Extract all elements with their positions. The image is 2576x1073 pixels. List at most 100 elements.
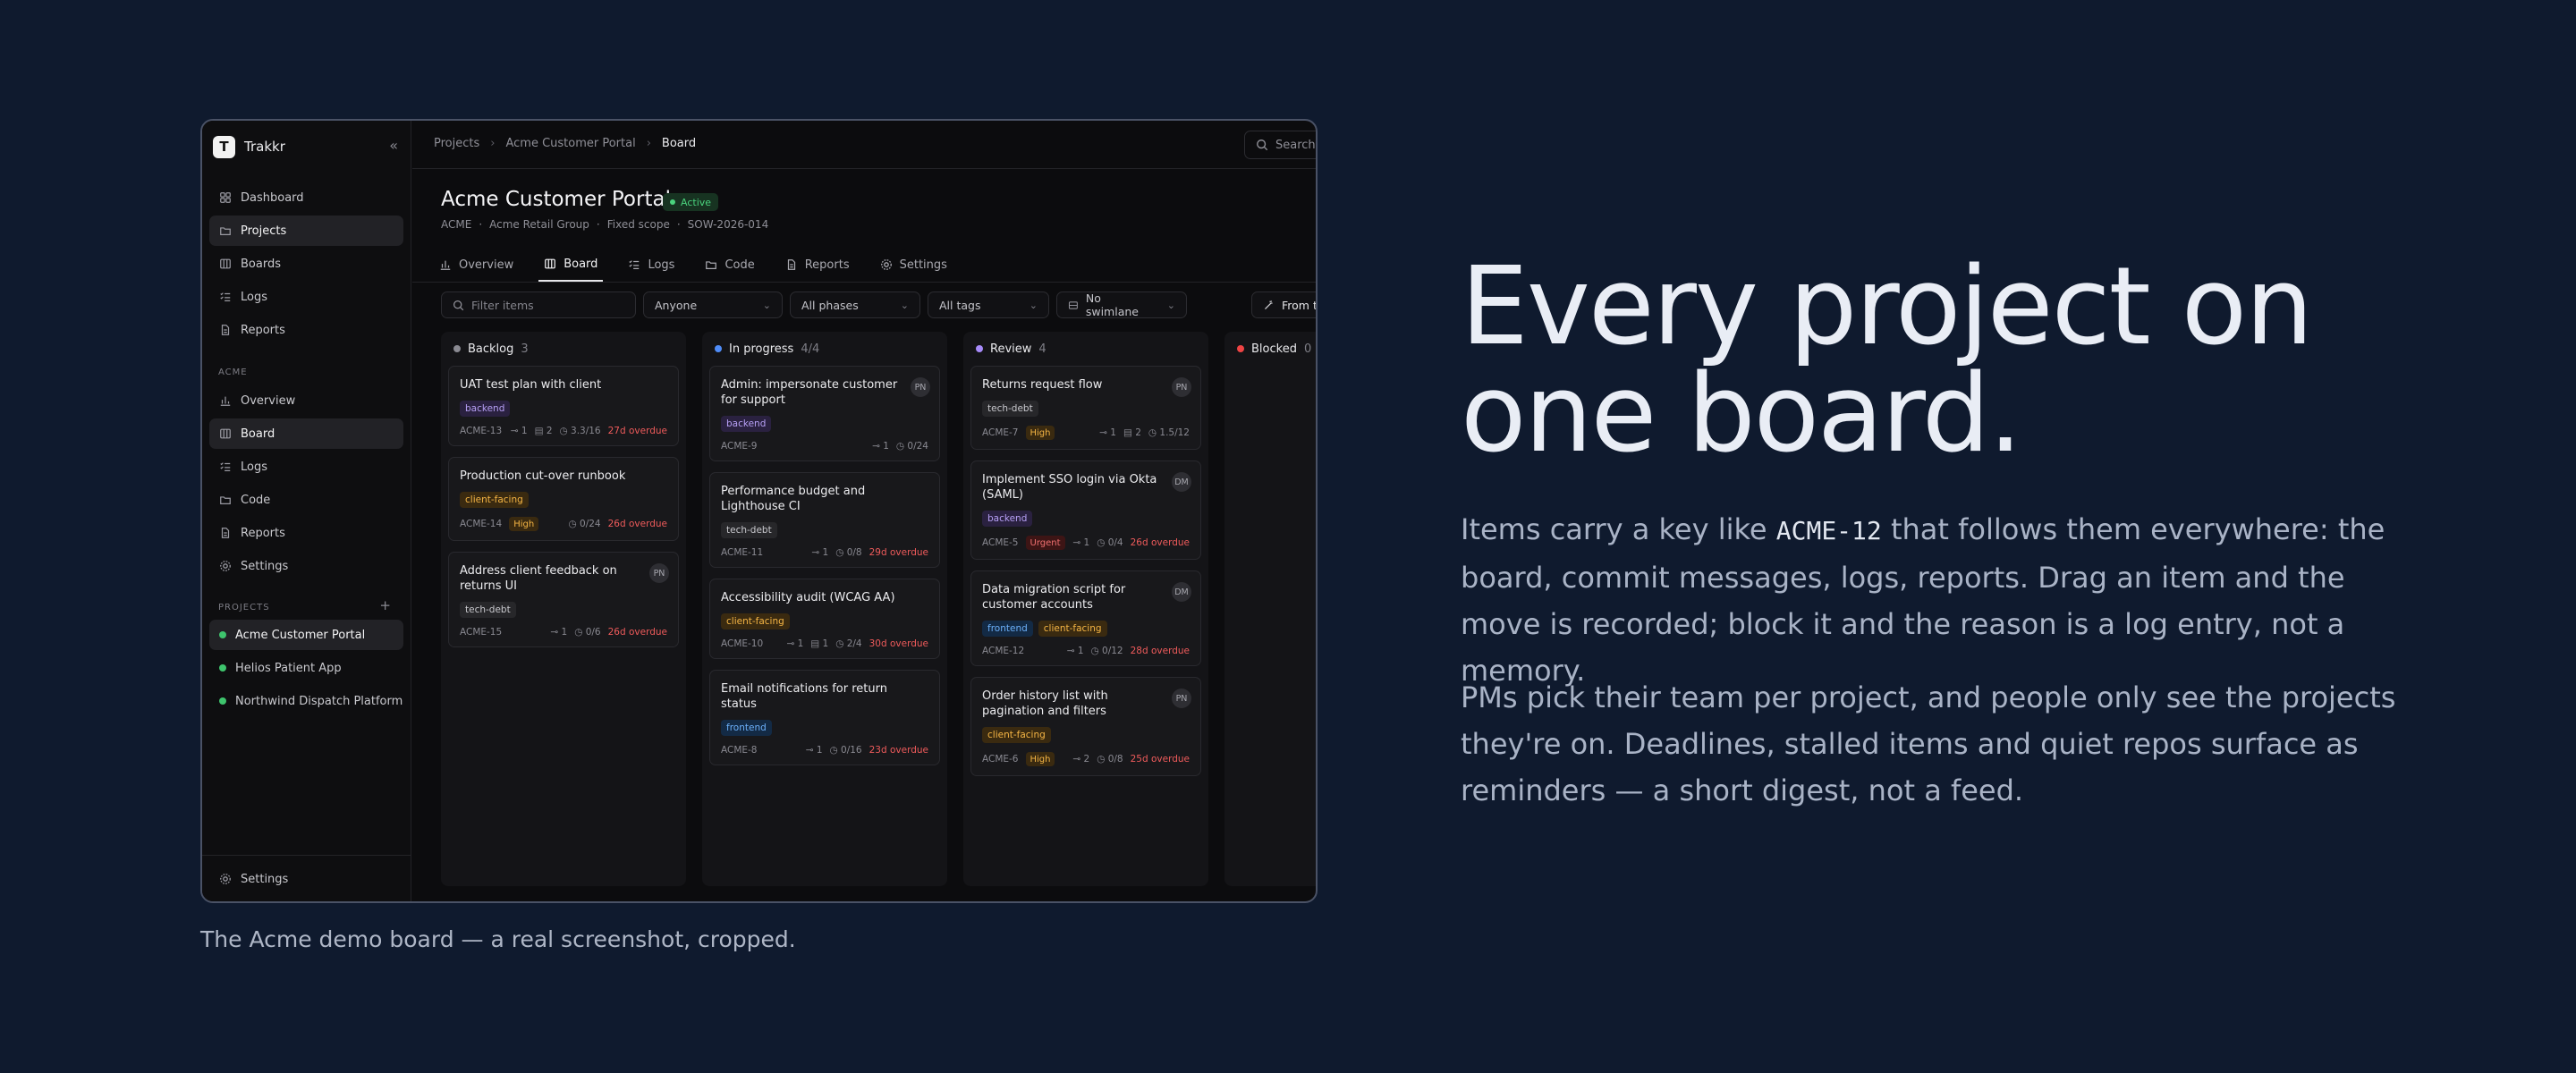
board-card[interactable]: Returns request flow PN tech-debt ACME-7 Hig… <box>970 366 1201 450</box>
sidebar-item-dashboard[interactable]: Dashboard <box>209 182 403 213</box>
time-tracked: ◷ 1.5/12 <box>1148 427 1190 438</box>
project-meta-item: Fixed scope <box>606 218 670 231</box>
add-project-icon[interactable]: + <box>379 597 391 613</box>
avatar[interactable]: PN <box>911 377 930 397</box>
tab-board[interactable]: Board <box>538 248 604 282</box>
card-key: ACME-14 <box>460 519 503 529</box>
card-key-wrap: ACME-7 High <box>982 426 1099 440</box>
tab-code[interactable]: Code <box>699 248 759 282</box>
board-column-blocked: Blocked 0 <box>1224 332 1316 886</box>
tab-overview[interactable]: Overview <box>434 248 519 282</box>
chevrons-left-icon[interactable]: « <box>389 137 398 154</box>
board-card[interactable]: Production cut-over runbook client-facing… <box>448 457 679 541</box>
time-value: 0/12 <box>1102 646 1123 656</box>
from-template-button[interactable]: From te <box>1251 291 1316 318</box>
subtask-icon: ⊸ <box>872 441 884 452</box>
board-card[interactable]: Implement SSO login via Okta (SAML) DM bac… <box>970 460 1201 560</box>
board-card[interactable]: Address client feedback on returns UI PN t… <box>448 552 679 647</box>
sidebar-item-logs[interactable]: Logs <box>209 452 403 482</box>
column-header: Backlog 3 <box>448 332 679 366</box>
link-count-value: 1 <box>883 441 889 452</box>
clock-icon: ◷ <box>559 426 572 436</box>
time-tracked: ◷ 0/8 <box>1097 754 1123 765</box>
sidebar-item-overview[interactable]: Overview <box>209 385 403 416</box>
sidebar-item-label: Logs <box>241 460 267 474</box>
search-input[interactable]: Search <box>1244 131 1316 159</box>
time-value: 0/8 <box>1107 754 1123 765</box>
tag-select-value: All tags <box>939 298 981 312</box>
board-card[interactable]: Email notifications for return status fro… <box>709 670 940 765</box>
brand[interactable]: T Trakkr <box>213 133 285 160</box>
link-count: ⊸ 1 <box>511 426 528 436</box>
sidebar-item-settings-footer[interactable]: Settings <box>209 864 403 894</box>
time-value: 0/16 <box>841 745 862 756</box>
avatar[interactable]: PN <box>1172 689 1191 708</box>
tab-reports[interactable]: Reports <box>780 248 855 282</box>
comment-icon: ▤ <box>810 638 823 649</box>
priority-badge: High <box>1025 426 1055 440</box>
breadcrumb-project[interactable]: Acme Customer Portal <box>505 137 635 150</box>
sidebar-project-acme-customer-portal[interactable]: Acme Customer Portal <box>209 620 403 650</box>
swimlane-icon <box>1068 300 1078 309</box>
card-footer: ACME-11 ⊸ 1 ◷ 0/8 29d overdue <box>721 547 928 558</box>
board-card[interactable]: Order history list with pagination and f… <box>970 677 1201 776</box>
priority-badge: High <box>509 517 539 531</box>
kanban-board: Backlog 3 UAT test plan with client backend… <box>441 332 1316 886</box>
card-footer: ACME-15 ⊸ 1 ◷ 0/6 26d overdue <box>460 627 667 638</box>
avatar[interactable]: PN <box>1172 377 1191 397</box>
sidebar-project-northwind-dispatch-platform[interactable]: Northwind Dispatch Platform <box>209 686 403 716</box>
swimlane-select-value: No swimlane <box>1085 291 1139 318</box>
link-count-value: 1 <box>1110 427 1116 438</box>
page-title: Acme Customer Portal <box>441 188 671 211</box>
assignee-select[interactable]: Anyone ⌄ <box>643 291 783 318</box>
subtask-icon: ⊸ <box>1072 754 1084 765</box>
sidebar-item-projects[interactable]: Projects <box>209 215 403 246</box>
time-tracked: ◷ 0/6 <box>574 627 600 638</box>
project-status-dot <box>219 631 226 638</box>
swimlane-select[interactable]: No swimlane ⌄ <box>1056 291 1187 318</box>
board-card[interactable]: Accessibility audit (WCAG AA) client-faci… <box>709 579 940 659</box>
search-icon <box>453 300 464 310</box>
wand-icon <box>1265 300 1273 309</box>
phase-select[interactable]: All phases ⌄ <box>790 291 920 318</box>
sidebar-item-settings[interactable]: Settings <box>209 551 403 581</box>
tab-label: Board <box>564 257 598 271</box>
sidebar-item-reports[interactable]: Reports <box>209 315 403 345</box>
board-card[interactable]: Admin: impersonate customer for support P… <box>709 366 940 461</box>
priority-badge: High <box>1025 752 1055 766</box>
breadcrumb-current: Board <box>661 137 697 150</box>
tab-settings[interactable]: Settings <box>875 248 953 282</box>
link-count-value: 1 <box>1083 537 1090 548</box>
link-count-value: 1 <box>521 426 528 436</box>
board-card[interactable]: Performance budget and Lighthouse CI tech… <box>709 472 940 568</box>
sidebar-item-label: Overview <box>241 393 296 408</box>
card-footer: ACME-13 ⊸ 1 ▤ 2 ◷ 3.3/16 27d overdue <box>460 426 667 436</box>
sidebar-item-reports[interactable]: Reports <box>209 518 403 548</box>
sidebar-item-boards[interactable]: Boards <box>209 249 403 279</box>
avatar[interactable]: DM <box>1172 472 1191 492</box>
sidebar-item-label: Boards <box>241 257 281 271</box>
list-icon <box>628 258 640 271</box>
project-meta: ACME · Acme Retail Group · Fixed scope · SOW-2… <box>441 218 768 231</box>
card-key: ACME-9 <box>721 441 758 452</box>
time-value: 0/4 <box>1107 537 1123 548</box>
section-label-acme: ACME <box>218 368 248 377</box>
avatar[interactable]: PN <box>649 563 669 583</box>
avatar[interactable]: DM <box>1172 582 1191 602</box>
card-key-wrap: ACME-15 <box>460 627 550 638</box>
sidebar-item-logs[interactable]: Logs <box>209 282 403 312</box>
sidebar-item-code[interactable]: Code <box>209 485 403 515</box>
breadcrumb-projects[interactable]: Projects <box>434 137 479 150</box>
sidebar-item-board[interactable]: Board <box>209 418 403 449</box>
sidebar-item-label: Helios Patient App <box>235 661 342 675</box>
board-card[interactable]: UAT test plan with client backend ACME-13 ⊸… <box>448 366 679 446</box>
tab-logs[interactable]: Logs <box>623 248 680 282</box>
tag-tech-debt: tech-debt <box>982 401 1038 417</box>
tag-select[interactable]: All tags ⌄ <box>928 291 1049 318</box>
sidebar-project-helios-patient-app[interactable]: Helios Patient App <box>209 653 403 683</box>
para1-text-a: Items carry a key like <box>1461 512 1776 546</box>
filter-items-input[interactable]: Filter items <box>441 291 636 318</box>
board-card[interactable]: Data migration script for customer accou… <box>970 570 1201 666</box>
clock-icon: ◷ <box>574 627 586 638</box>
chevron-right-icon: › <box>646 137 651 150</box>
